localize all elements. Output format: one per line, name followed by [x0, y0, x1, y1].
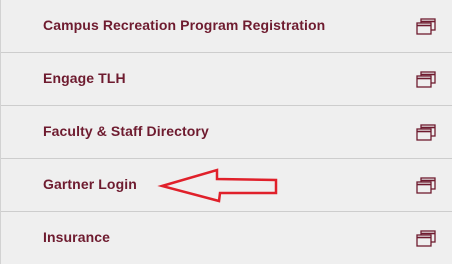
new-window-icon[interactable]	[416, 230, 436, 247]
link-label-faculty-staff-directory[interactable]: Faculty & Staff Directory	[43, 123, 209, 139]
quick-links-panel: Campus Recreation Program Registration E…	[0, 0, 452, 264]
new-window-icon[interactable]	[416, 71, 436, 88]
new-window-icon[interactable]	[416, 177, 436, 194]
link-item-faculty-staff-directory[interactable]: Faculty & Staff Directory	[1, 106, 452, 159]
new-window-icon[interactable]	[416, 18, 436, 35]
link-item-gartner-login[interactable]: Gartner Login	[1, 159, 452, 212]
link-item-campus-recreation[interactable]: Campus Recreation Program Registration	[1, 0, 452, 53]
link-label-insurance[interactable]: Insurance	[43, 229, 110, 245]
quick-links-list: Campus Recreation Program Registration E…	[1, 0, 452, 265]
new-window-icon[interactable]	[416, 124, 436, 141]
link-label-engage-tlh[interactable]: Engage TLH	[43, 70, 126, 86]
link-label-campus-recreation[interactable]: Campus Recreation Program Registration	[43, 17, 325, 33]
link-item-insurance[interactable]: Insurance	[1, 212, 452, 265]
link-label-gartner-login[interactable]: Gartner Login	[43, 176, 137, 192]
link-item-engage-tlh[interactable]: Engage TLH	[1, 53, 452, 106]
